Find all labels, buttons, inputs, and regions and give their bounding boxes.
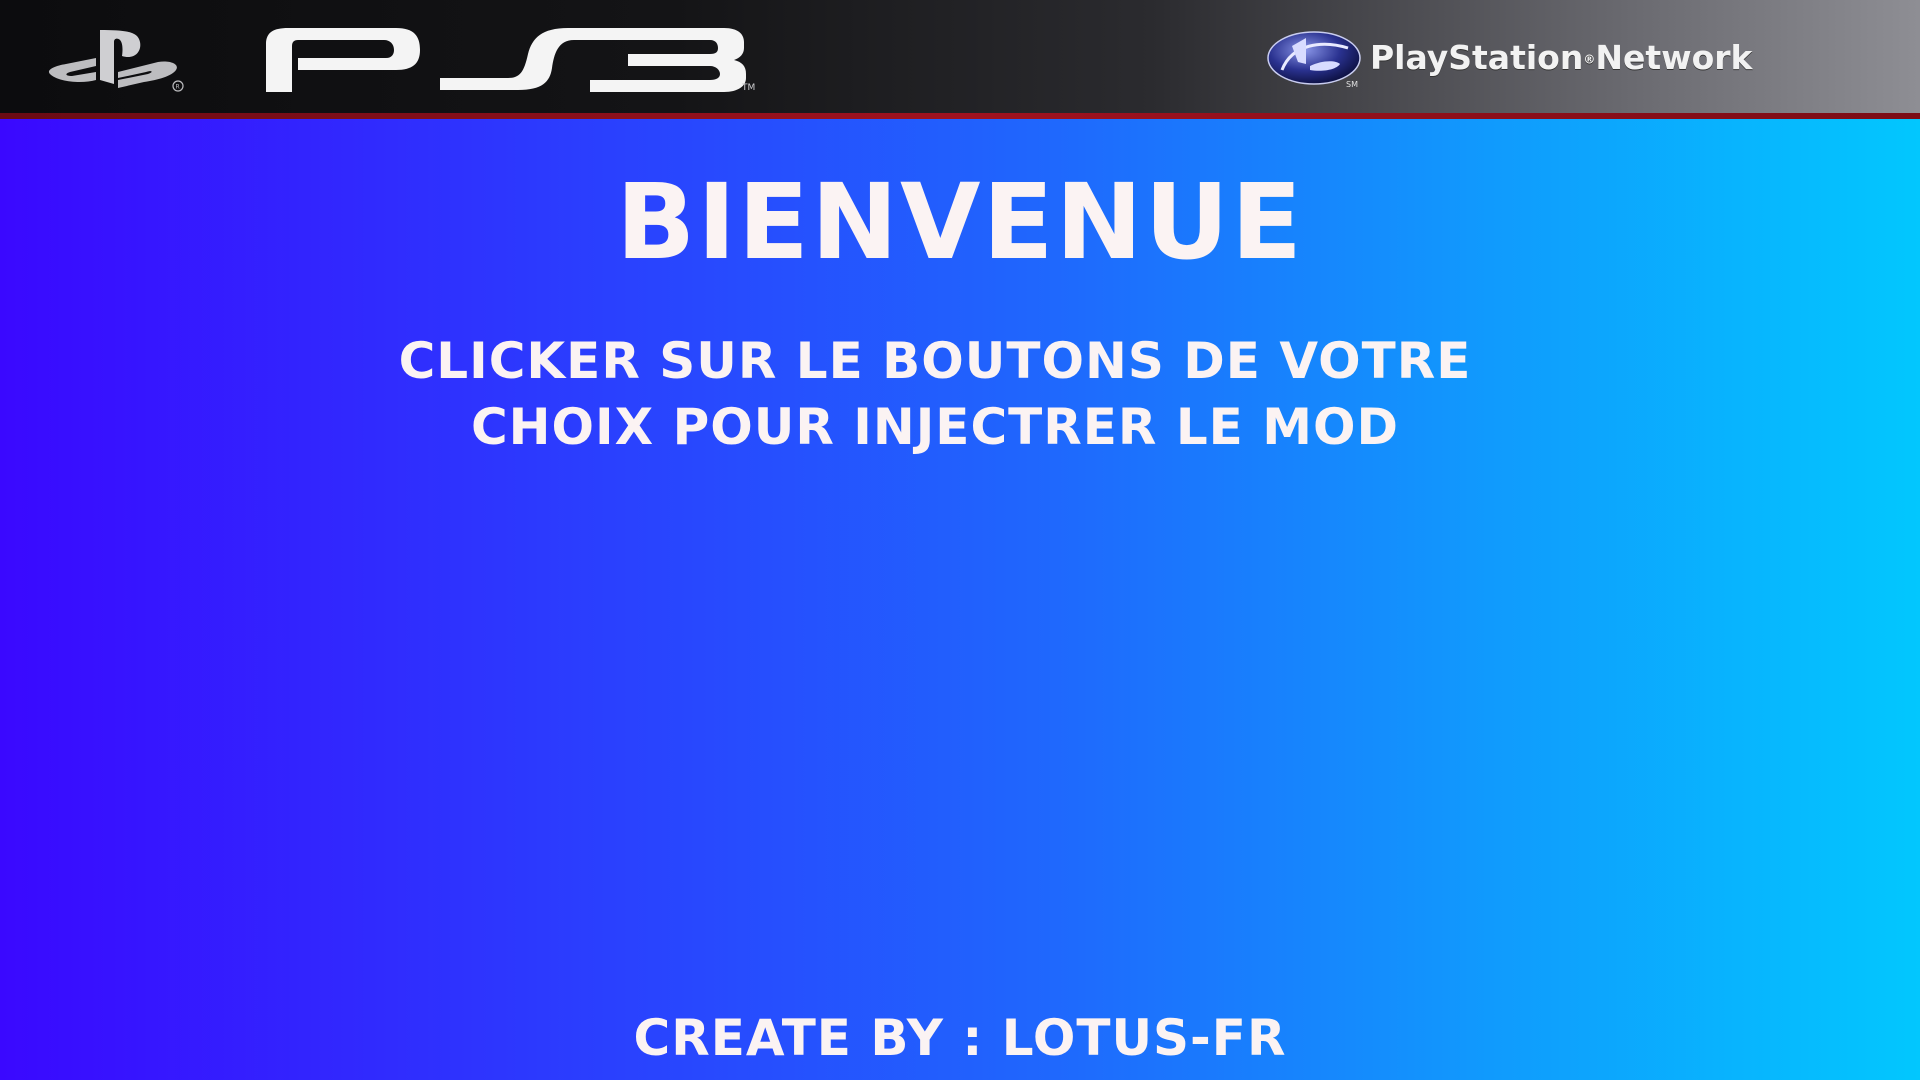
header-stripe	[0, 113, 1920, 119]
psn-globe-icon: SM	[1267, 31, 1361, 89]
playstation-logo-icon: R	[48, 30, 184, 92]
ps3-logo: TM	[266, 28, 755, 93]
instruction-line-1: CLICKER SUR LE BOUTONS DE VOTRE	[398, 332, 1472, 390]
instruction-text: CLICKER SUR LE BOUTONS DE VOTRE CHOIX PO…	[360, 328, 1510, 460]
ps3-trademark: TM	[741, 83, 755, 93]
psn-branding: SM PlayStation®Network	[1262, 30, 1882, 92]
psn-label: PlayStation®Network	[1370, 38, 1753, 77]
welcome-title: BIENVENUE	[615, 161, 1305, 283]
app-window: R TM SM PlayStation®Network BIENVENUE CL…	[0, 0, 1920, 1080]
svg-text:SM: SM	[1346, 80, 1358, 89]
credit-text: CREATE BY : LOTUS-FR	[633, 1009, 1287, 1067]
header-banner: R TM SM PlayStation®Network	[0, 0, 1920, 113]
svg-text:R: R	[176, 84, 180, 91]
instruction-line-2: CHOIX POUR INJECTRER LE MOD	[470, 398, 1400, 456]
